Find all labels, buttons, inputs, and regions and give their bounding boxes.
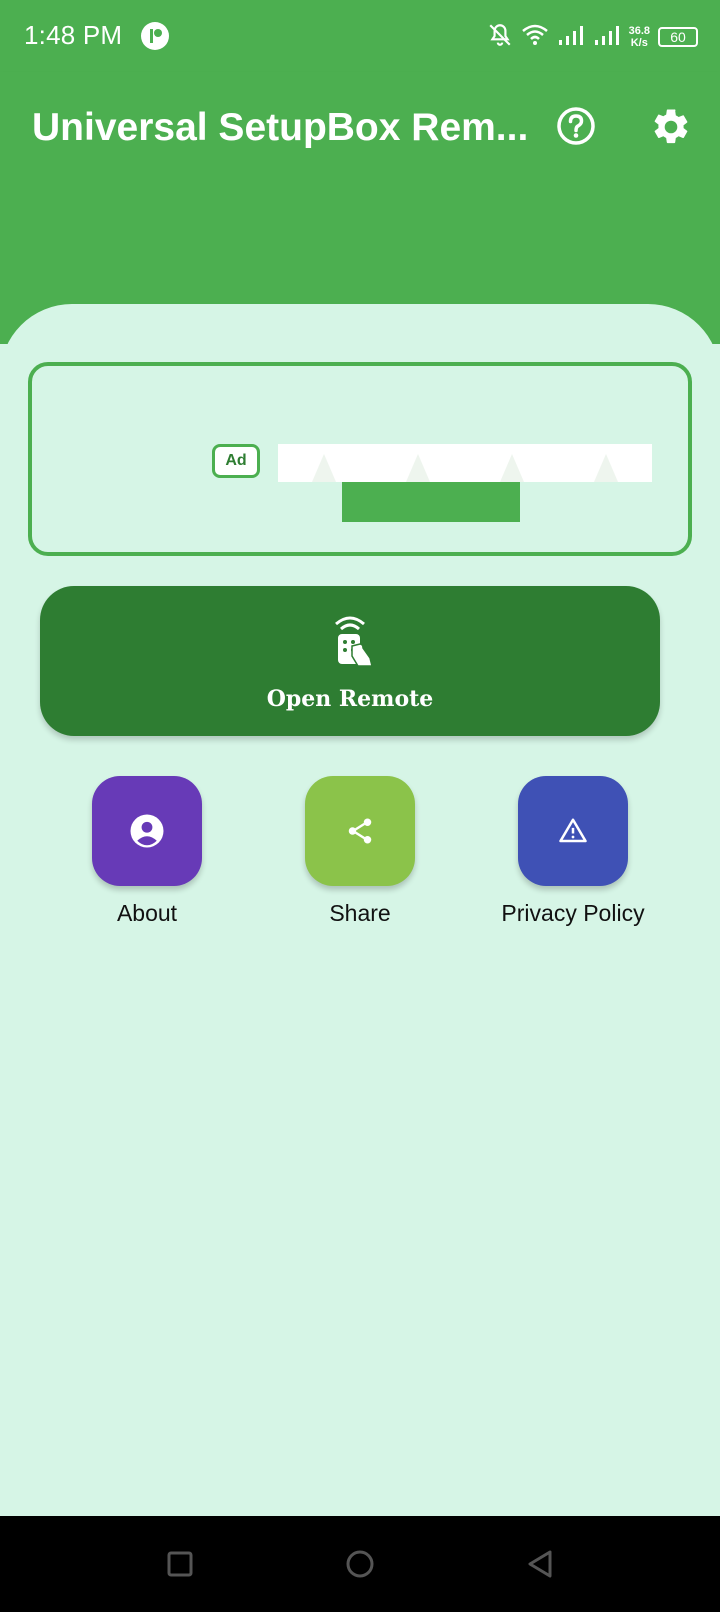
network-speed-value: 36.8 <box>628 25 650 37</box>
circle-icon <box>346 1550 374 1578</box>
share-button[interactable] <box>305 776 415 886</box>
system-nav-bar <box>0 1516 720 1612</box>
app-notification-icon <box>141 22 169 50</box>
privacy-policy-button[interactable] <box>518 776 628 886</box>
privacy-policy-label: Privacy Policy <box>501 900 645 926</box>
settings-button[interactable] <box>650 106 692 148</box>
network-speed-unit: K/s <box>630 37 648 49</box>
app-title: Universal SetupBox Rem... <box>32 106 529 149</box>
help-circle-icon <box>557 107 595 145</box>
ad-image-strip <box>278 444 652 482</box>
status-bar: 1:48 PM 36.8 K/s 60 <box>0 0 720 72</box>
open-remote-button[interactable]: Open Remote <box>40 586 660 736</box>
recents-button[interactable] <box>160 1544 200 1584</box>
app-bar: Universal SetupBox Rem... <box>0 72 720 184</box>
signal-icon-2 <box>593 24 621 51</box>
mute-bell-icon <box>487 22 513 53</box>
wifi-icon <box>521 23 549 52</box>
battery-indicator: 60 <box>658 27 698 47</box>
person-circle-icon <box>130 814 164 848</box>
share-icon <box>348 818 372 844</box>
gear-icon <box>654 109 688 144</box>
status-time: 1:48 PM <box>24 20 123 50</box>
ad-banner[interactable]: Ad <box>28 362 692 556</box>
triangle-back-icon <box>528 1550 552 1578</box>
about-button[interactable] <box>92 776 202 886</box>
remote-wifi-icon <box>335 616 373 667</box>
network-speed: 36.8 K/s <box>629 25 650 49</box>
back-button[interactable] <box>520 1544 560 1584</box>
home-button[interactable] <box>340 1544 380 1584</box>
status-indicators: 36.8 K/s 60 <box>487 18 698 56</box>
help-button[interactable] <box>556 106 596 146</box>
ad-cta-block[interactable] <box>342 482 520 522</box>
open-remote-label: Open Remote <box>266 686 434 712</box>
share-label: Share <box>329 900 391 926</box>
about-label: About <box>116 900 178 926</box>
signal-icon <box>557 24 585 51</box>
square-icon <box>167 1551 193 1577</box>
warning-icon <box>559 818 587 843</box>
ad-badge: Ad <box>212 444 260 478</box>
